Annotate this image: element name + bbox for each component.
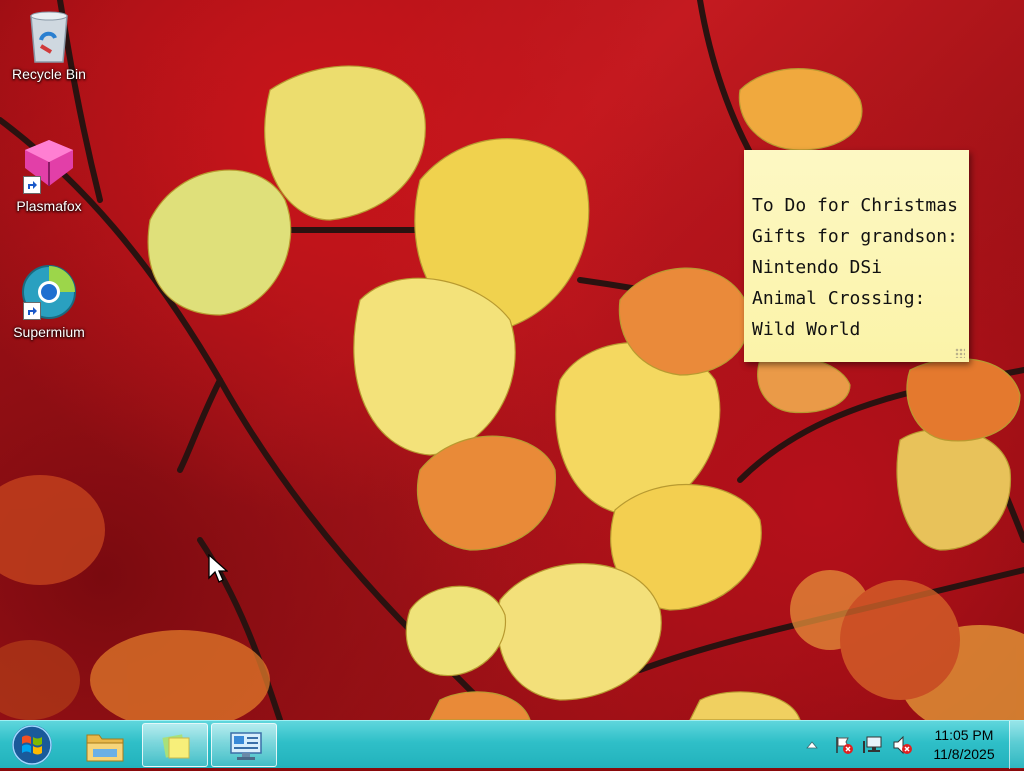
windows-logo-icon (12, 725, 52, 765)
clock-date: 11/8/2025 (933, 746, 995, 762)
plasmafox-icon (21, 138, 77, 194)
sticky-note-line[interactable]: Gifts for grandson: (752, 221, 961, 252)
network-icon[interactable] (863, 735, 883, 755)
taskbar-file-explorer-button[interactable] (72, 723, 138, 767)
clock-time: 11:05 PM (934, 727, 994, 743)
volume-muted-icon[interactable] (892, 735, 912, 755)
show-hidden-icons-icon[interactable] (802, 735, 822, 755)
shortcut-arrow-icon (23, 302, 41, 320)
desktop-icon-label: Recycle Bin (12, 66, 86, 82)
desktop-icon-plasmafox[interactable]: Plasmafox (1, 138, 97, 214)
desktop-icon-supermium[interactable]: Supermium (1, 264, 97, 340)
show-desktop-button[interactable] (1009, 721, 1024, 769)
resize-grip-icon[interactable] (955, 348, 965, 358)
recycle-bin-icon (21, 6, 77, 63)
folder-icon (86, 729, 124, 762)
desktop-icon-label: Supermium (13, 324, 85, 340)
sticky-note-line[interactable]: To Do for Christmas (752, 190, 961, 221)
taskbar-control-panel-button[interactable] (211, 723, 277, 767)
taskbar: 11:05 PM 11/8/2025 (0, 720, 1024, 769)
sticky-note-line[interactable]: Animal Crossing: Wild World (752, 283, 961, 345)
taskbar-sticky-notes-button[interactable] (142, 723, 208, 767)
sticky-notes-icon (160, 730, 192, 762)
system-clock[interactable]: 11:05 PM 11/8/2025 (920, 726, 1008, 764)
control-panel-icon (229, 730, 262, 762)
supermium-icon (21, 264, 77, 320)
shortcut-arrow-icon (23, 176, 41, 194)
start-button[interactable] (8, 723, 56, 767)
desktop-icon-label: Plasmafox (16, 198, 82, 214)
mouse-cursor-icon (208, 553, 229, 588)
sticky-note[interactable]: To Do for Christmas Gifts for grandson: … (744, 150, 969, 362)
desktop-icon-recycle-bin[interactable]: Recycle Bin (1, 6, 97, 82)
action-center-flag-icon[interactable] (834, 735, 854, 755)
sticky-note-line[interactable]: Nintendo DSi (752, 252, 961, 283)
